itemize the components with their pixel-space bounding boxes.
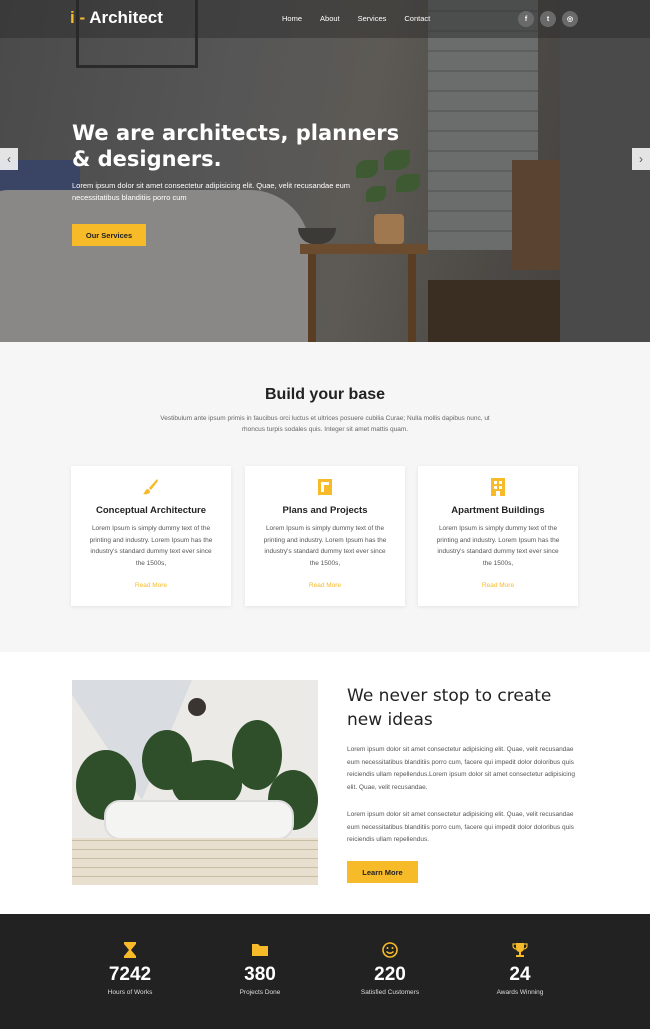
blueprint-icon [318, 479, 332, 495]
social-links: f t ◎ [518, 11, 584, 27]
cabinet [512, 160, 560, 270]
door-frame [560, 0, 650, 342]
instagram-icon[interactable]: ◎ [562, 11, 578, 27]
stat-item: 24 Awards Winning [460, 942, 580, 996]
plant-pot [374, 214, 404, 244]
stat-number: 24 [509, 964, 531, 985]
stat-item: 220 Satisfied Customers [330, 942, 450, 996]
table-leg [408, 254, 416, 342]
smile-icon [382, 942, 398, 958]
menu-about[interactable]: About [320, 14, 340, 23]
card-title: Apartment Buildings [451, 505, 545, 516]
read-more-link[interactable]: Read More [418, 582, 578, 589]
service-card: Conceptual Architecture Lorem Ipsum is s… [71, 466, 231, 606]
build-title: Build your base [264, 386, 386, 403]
menu-contact[interactable]: Contact [404, 14, 430, 23]
stat-number: 380 [244, 964, 276, 985]
slider-prev-button[interactable]: ‹ [0, 148, 18, 170]
ideas-paragraph: Lorem ipsum dolor sit amet consectetur a… [347, 811, 574, 843]
build-subtitle: Vestibulum ante ipsum primis in faucibus… [160, 415, 490, 433]
table-leg [308, 254, 316, 342]
hero-subtitle: Lorem ipsum dolor sit amet consectetur a… [72, 181, 351, 202]
logo-text: Architect [89, 8, 163, 27]
brush-icon [143, 479, 158, 495]
twitter-icon[interactable]: t [540, 11, 556, 27]
facebook-icon[interactable]: f [518, 11, 534, 27]
service-card: Apartment Buildings Lorem Ipsum is simpl… [418, 466, 578, 606]
stat-item: 380 Projects Done [200, 942, 320, 996]
stat-label: Awards Winning [496, 989, 544, 996]
menu-home[interactable]: Home [282, 14, 302, 23]
learn-more-button[interactable]: Learn More [347, 861, 418, 883]
logo[interactable]: i - Architect [70, 8, 163, 28]
stat-number: 220 [374, 964, 406, 985]
card-title: Plans and Projects [282, 505, 368, 516]
stat-label: Satisfied Customers [360, 989, 420, 996]
ideas-title: We never stop to create new ideas [347, 686, 552, 730]
card-title: Conceptual Architecture [96, 505, 206, 516]
our-services-button[interactable]: Our Services [72, 224, 146, 246]
hero-title: We are architects, planners & designers. [72, 121, 400, 171]
main-menu: Home About Services Contact [282, 14, 448, 23]
folder-icon [252, 944, 268, 956]
brick-base [72, 838, 318, 885]
stat-number: 7242 [108, 964, 152, 985]
card-text: Lorem Ipsum is simply dummy text of the … [263, 525, 387, 567]
card-text: Lorem Ipsum is simply dummy text of the … [436, 525, 560, 567]
menu-services[interactable]: Services [358, 14, 387, 23]
slider-next-button[interactable]: › [632, 148, 650, 170]
trophy-icon [512, 943, 528, 957]
bed [0, 190, 310, 342]
plant-leaf [396, 174, 420, 192]
card-text: Lorem Ipsum is simply dummy text of the … [89, 525, 213, 567]
bathtub [104, 800, 294, 840]
hourglass-icon [124, 942, 136, 958]
service-card: Plans and Projects Lorem Ipsum is simply… [245, 466, 405, 606]
read-more-link[interactable]: Read More [71, 582, 231, 589]
stat-label: Hours of Works [107, 989, 153, 996]
ideas-paragraph: Lorem ipsum dolor sit amet consectetur a… [347, 746, 575, 791]
logo-mark: i - [70, 8, 86, 27]
building-icon [491, 478, 505, 496]
bathroom-image [72, 680, 318, 885]
round-window [188, 698, 206, 716]
side-table [300, 244, 428, 254]
stat-item: 7242 Hours of Works [70, 942, 190, 996]
top-navbar: i - Architect Home About Services Contac… [0, 0, 650, 38]
stat-label: Projects Done [239, 989, 281, 996]
read-more-link[interactable]: Read More [245, 582, 405, 589]
